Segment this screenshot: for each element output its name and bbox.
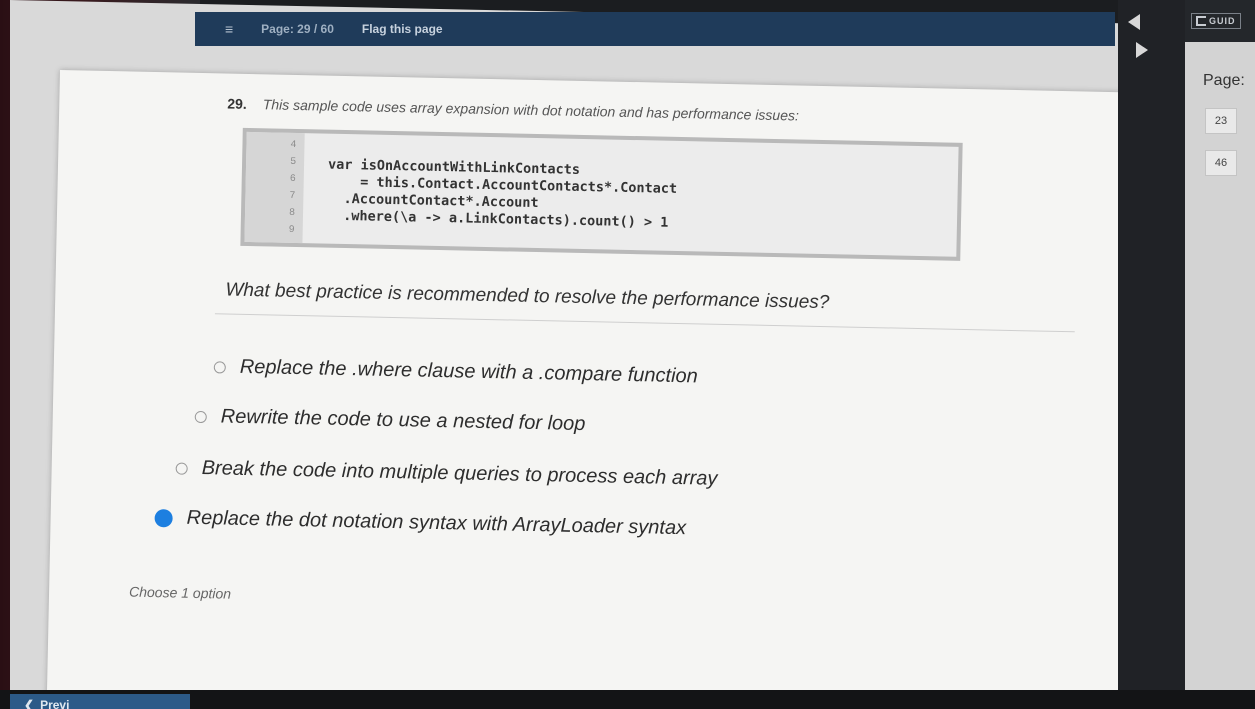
guide-logo: GUID	[1191, 13, 1241, 29]
previous-button[interactable]: ❮ Previ	[10, 694, 190, 709]
divider	[214, 313, 1075, 333]
line-number: 4	[290, 139, 297, 151]
page-navigator-panel: GUID Page: 23 46	[1185, 0, 1255, 709]
line-number: 9	[288, 224, 295, 236]
page-button[interactable]: 23	[1205, 108, 1237, 134]
answer-option[interactable]: Rewrite the code to use a nested for loo…	[194, 405, 586, 436]
radio-button[interactable]	[213, 360, 226, 374]
question-intro: This sample code uses array expansion wi…	[262, 96, 800, 124]
code-text: var isOnAccountWithLinkContacts = this.C…	[302, 133, 678, 251]
logo-icon	[1196, 16, 1206, 26]
code-line-numbers: 4 5 6 7 8 9	[244, 131, 305, 244]
code-sample: 4 5 6 7 8 9 var isOnAccountWithLinkConta…	[240, 127, 963, 261]
radio-button[interactable]	[175, 462, 188, 475]
line-number: 5	[289, 156, 297, 168]
radio-button-selected[interactable]	[154, 508, 173, 527]
question-number: 29.	[227, 95, 247, 112]
exam-top-bar: ≡ Page: 29 / 60 Flag this page	[195, 12, 1115, 46]
prompt-text: What best practice is recommended to res…	[225, 279, 830, 314]
previous-label: Previ	[40, 698, 70, 709]
line-number: 8	[288, 207, 296, 219]
answer-option-selected[interactable]: Replace the dot notation syntax with Arr…	[154, 506, 686, 540]
pages-label: Page:	[1203, 72, 1245, 89]
option-label: Break the code into multiple queries to …	[201, 457, 718, 490]
expand-right-icon[interactable]	[1136, 42, 1148, 58]
radio-button[interactable]	[194, 410, 207, 423]
side-toolbar	[1118, 0, 1188, 709]
menu-icon[interactable]: ≡	[225, 21, 233, 37]
chevron-left-icon: ❮	[24, 698, 35, 709]
page-button[interactable]: 46	[1205, 150, 1237, 176]
collapse-left-icon[interactable]	[1128, 14, 1140, 30]
answer-option[interactable]: Break the code into multiple queries to …	[175, 457, 718, 491]
line-number: 7	[289, 190, 296, 202]
option-label: Rewrite the code to use a nested for loo…	[220, 405, 586, 436]
option-label: Replace the .where clause with a .compar…	[239, 355, 698, 388]
choose-hint: Choose 1 option	[128, 583, 232, 602]
page-indicator: Page: 29 / 60	[261, 22, 334, 36]
option-label: Replace the dot notation syntax with Arr…	[186, 506, 687, 540]
answer-option[interactable]: Replace the .where clause with a .compar…	[213, 355, 698, 388]
question-card: 29. This sample code uses array expansio…	[46, 70, 1160, 709]
flag-page-link[interactable]: Flag this page	[362, 22, 443, 36]
guide-header: GUID	[1185, 0, 1255, 42]
line-number: 6	[289, 173, 296, 185]
question-prompt: What best practice is recommended to res…	[225, 280, 829, 315]
logo-text: GUID	[1209, 16, 1236, 26]
question-header: 29. This sample code uses array expansio…	[227, 96, 799, 124]
